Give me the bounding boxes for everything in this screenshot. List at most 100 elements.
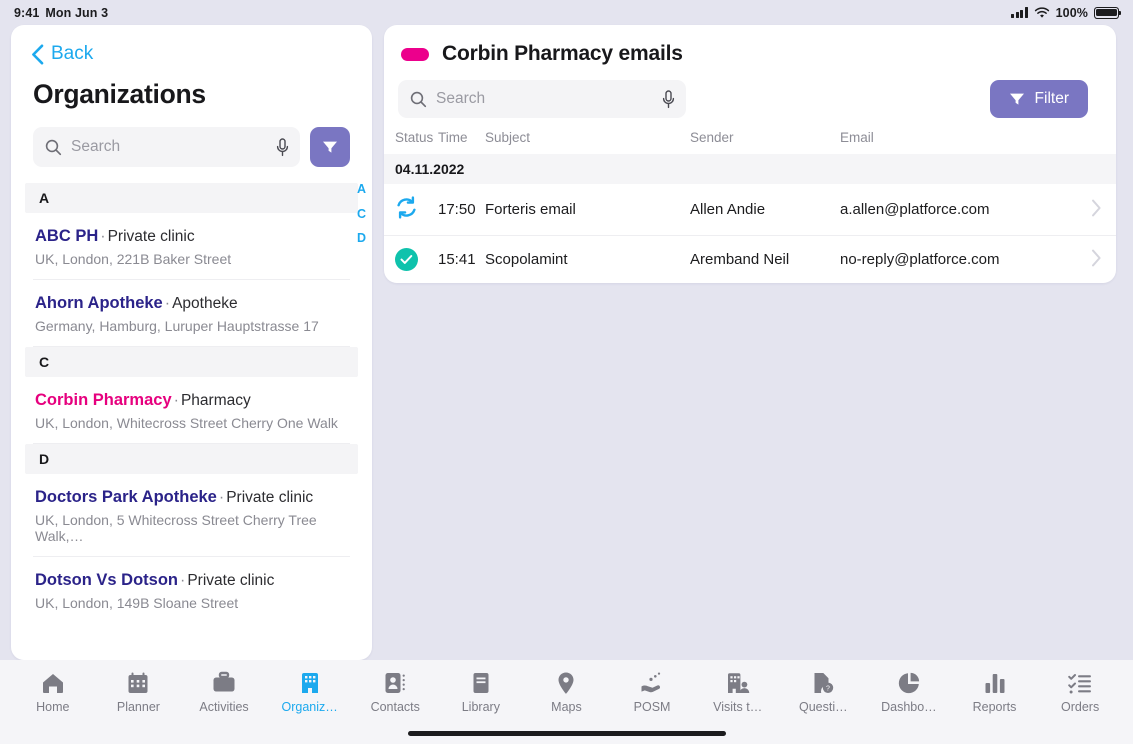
filter-funnel-icon <box>1009 93 1024 105</box>
list-item[interactable]: ABC PH · Private clinic UK, London, 221B Ba… <box>33 213 350 280</box>
stage: Back Organizations Search A ABC PH · Pri… <box>0 25 1133 660</box>
list-item[interactable]: Dotson Vs Dotson · Private clinic UK, Londo… <box>33 557 350 623</box>
tab-visitst[interactable]: Visits t… <box>695 668 781 714</box>
organization-address: UK, London, 149B Sloane Street <box>35 595 239 611</box>
sync-refresh-icon <box>397 196 416 219</box>
row-open-arrow[interactable] <box>1076 184 1116 236</box>
row-open-arrow[interactable] <box>1076 236 1116 284</box>
list-item[interactable]: Doctors Park Apotheke · Private clinic UK, … <box>33 474 350 557</box>
checklist-icon <box>1068 674 1092 694</box>
tab-dashbo[interactable]: Dashbo… <box>866 668 952 714</box>
status-bar: 9:41 Mon Jun 3 100% <box>0 0 1133 25</box>
alpha-section-header: A <box>25 183 358 213</box>
organization-name: Dotson Vs Dotson <box>35 571 178 589</box>
alpha-index-letter[interactable]: D <box>357 232 366 245</box>
microphone-icon[interactable] <box>276 137 289 157</box>
status-time: 9:41 <box>14 5 40 20</box>
search-icon <box>45 139 62 155</box>
chevron-right-icon <box>1091 249 1101 266</box>
calendar-icon <box>128 672 148 693</box>
building-person-icon <box>727 673 749 693</box>
tab-activities[interactable]: Activities <box>181 668 267 714</box>
filter-button-label: Filter <box>1034 90 1069 107</box>
organization-address: UK, London, 221B Baker Street <box>35 251 232 267</box>
column-header-subject: Subject <box>485 130 531 145</box>
organizations-list: A ABC PH · Private clinic UK, London, 221B B… <box>11 175 372 623</box>
tab-home[interactable]: Home <box>10 668 96 714</box>
organization-address: UK, London, Whitecross Street Cherry One… <box>35 415 338 431</box>
table-row[interactable]: 15:41 Scopolamint Aremband Neil no-reply@pl… <box>384 236 1116 284</box>
book-icon <box>473 673 489 693</box>
emails-panel: Corbin Pharmacy emails Search Filter Sta… <box>384 25 1116 283</box>
separator-dot: · <box>100 228 106 245</box>
row-subject: Forteris email <box>485 184 690 236</box>
emails-title-row: Corbin Pharmacy emails <box>384 25 1116 66</box>
row-status-cell <box>384 236 438 284</box>
battery-full-icon <box>1094 6 1122 19</box>
tab-planner[interactable]: Planner <box>96 668 182 714</box>
contact-card-icon <box>385 673 406 693</box>
list-item[interactable]: Ahorn Apotheke · Apotheke Germany, Hamburg,… <box>33 280 350 347</box>
column-header-sender: Sender <box>690 130 734 145</box>
tab-library[interactable]: Library <box>438 668 524 714</box>
column-header-email: Email <box>840 130 874 145</box>
building-icon <box>301 673 318 693</box>
cellular-signal-icon <box>1011 7 1028 18</box>
check-circle-icon <box>395 248 418 271</box>
tab-contacts[interactable]: Contacts <box>352 668 438 714</box>
row-email: no-reply@platforce.com <box>840 251 1000 268</box>
row-subject: Scopolamint <box>485 251 568 268</box>
organization-name: Corbin Pharmacy <box>35 391 172 409</box>
organization-line: Corbin Pharmacy · Pharmacy <box>35 391 348 410</box>
search-placeholder: Search <box>71 138 121 155</box>
page-title: Organizations <box>33 79 206 109</box>
hand-giving-icon <box>641 672 661 693</box>
row-status-cell <box>384 184 438 236</box>
organization-name: Ahorn Apotheke <box>35 294 163 312</box>
tab-label: Orders <box>1061 700 1100 714</box>
date-group-row: 04.11.2022 <box>384 154 1116 184</box>
sidebar-search-row: Search <box>11 110 372 175</box>
separator-dot: · <box>180 572 186 589</box>
microphone-icon[interactable] <box>662 89 675 109</box>
separator-dot: · <box>173 392 179 409</box>
document-question-icon: ? <box>814 673 834 693</box>
search-input[interactable]: Search <box>33 127 300 167</box>
tab-label: Contacts <box>370 700 420 714</box>
map-pin-icon <box>558 672 574 694</box>
emails-search-input[interactable]: Search <box>398 80 686 118</box>
table-header-row: Status Time Subject Sender Email <box>384 130 1116 154</box>
row-email: a.allen@platforce.com <box>840 184 1076 236</box>
list-item[interactable]: Corbin Pharmacy · Pharmacy UK, London, Whit… <box>33 377 350 444</box>
alpha-section-header: C <box>25 347 358 377</box>
table-row[interactable]: 17:50 Forteris email Allen Andie a.allen@pl… <box>384 184 1116 236</box>
back-button[interactable]: Back <box>11 25 372 65</box>
alpha-index-letter[interactable]: A <box>357 183 366 196</box>
alphabet-index[interactable]: ACD <box>357 183 366 245</box>
emails-search-placeholder: Search <box>436 90 486 107</box>
tab-label: Visits t… <box>713 700 763 714</box>
organizations-panel: Back Organizations Search A ABC PH · Pri… <box>11 25 372 660</box>
tab-maps[interactable]: Maps <box>524 668 610 714</box>
alpha-section-header: D <box>25 444 358 474</box>
tab-organiz[interactable]: Organiz… <box>267 668 353 714</box>
tab-questi[interactable]: ? Questi… <box>780 668 866 714</box>
column-header-status: Status <box>395 130 434 145</box>
filter-button[interactable]: Filter <box>989 80 1088 118</box>
tab-reports[interactable]: Reports <box>952 668 1038 714</box>
chevron-left-icon <box>32 44 44 64</box>
tab-label: Dashbo… <box>881 700 937 714</box>
organization-type: Private clinic <box>226 489 314 506</box>
pie-chart-icon <box>898 672 919 694</box>
organization-type: Private clinic <box>187 572 275 589</box>
organization-line: Doctors Park Apotheke · Private clinic <box>35 488 348 507</box>
tab-posm[interactable]: POSM <box>609 668 695 714</box>
tab-orders[interactable]: Orders <box>1037 668 1123 714</box>
alpha-index-letter[interactable]: C <box>357 207 366 221</box>
organizations-list-wrap: A ABC PH · Private clinic UK, London, 221B B… <box>11 175 372 660</box>
organization-type: Apotheke <box>172 295 238 312</box>
sidebar-filter-button[interactable] <box>310 127 350 167</box>
tab-label: Maps <box>551 700 582 714</box>
organization-name: Doctors Park Apotheke <box>35 488 217 506</box>
battery-percent: 100% <box>1055 5 1088 20</box>
